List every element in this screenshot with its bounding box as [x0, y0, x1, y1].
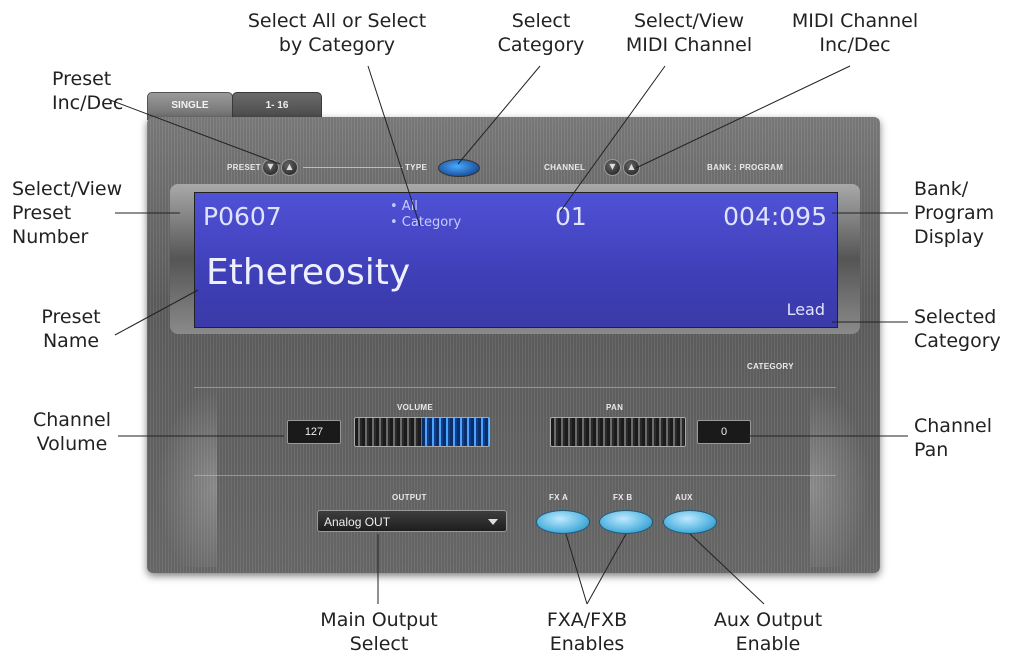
section-divider-top	[194, 387, 836, 388]
callout-channel-pan: Channel Pan	[914, 415, 993, 461]
callout-bank-program: Bank/ Program Display	[914, 178, 995, 248]
fxb-enable-button[interactable]	[599, 510, 653, 534]
volume-slider-fill	[422, 418, 489, 446]
callout-channel-volume: Channel Volume	[32, 409, 111, 455]
section-divider-bottom	[194, 475, 836, 476]
output-selected-value: Analog OUT	[324, 515, 391, 529]
type-option-category[interactable]: • Category	[390, 215, 461, 230]
output-label: OUTPUT	[392, 493, 427, 502]
preset-label: PRESET	[227, 163, 261, 172]
callout-fx-enables: FXA/FXB Enables	[546, 609, 628, 655]
callout-preset-name: Preset Name	[41, 306, 101, 352]
pan-value[interactable]: 0	[697, 420, 751, 444]
bank-program-label: BANK : PROGRAM	[707, 163, 784, 172]
preset-number[interactable]: P0607	[203, 202, 282, 231]
selected-category: Lead	[786, 300, 825, 319]
type-select-button[interactable]	[438, 159, 480, 177]
decorative-swirl-left	[147, 367, 217, 567]
callout-main-output: Main Output Select	[320, 609, 438, 655]
callout-select-category: Select Category	[497, 10, 585, 56]
fxa-label: FX A	[549, 493, 569, 502]
chevron-down-icon: ▼	[609, 162, 616, 171]
volume-value[interactable]: 127	[287, 420, 341, 444]
callout-select-preset: Select/View Preset Number	[12, 178, 123, 248]
channel-label: CHANNEL	[544, 163, 586, 172]
preset-increment-button[interactable]: ▲	[281, 159, 298, 176]
pan-label: PAN	[606, 403, 624, 412]
aux-enable-button[interactable]	[663, 510, 717, 534]
channel-decrement-button[interactable]: ▼	[604, 159, 621, 176]
tab-single[interactable]: SINGLE	[147, 92, 233, 120]
callout-select-midi: Select/View MIDI Channel	[625, 10, 753, 56]
callout-select-all: Select All or Select by Category	[247, 10, 427, 56]
fxa-enable-button[interactable]	[536, 510, 590, 534]
callout-preset-incdec: Preset Inc/Dec	[52, 68, 124, 114]
preset-type-divider	[303, 167, 403, 168]
callout-aux-output: Aux Output Enable	[713, 609, 823, 655]
volume-slider[interactable]	[354, 417, 490, 447]
multimode-panel: PRESET ▼ ▲ TYPE CHANNEL ▼ ▲ BANK : PROGR…	[147, 117, 880, 573]
volume-label: VOLUME	[397, 403, 434, 412]
preset-decrement-button[interactable]: ▼	[262, 159, 279, 176]
fxb-label: FX B	[613, 493, 633, 502]
chevron-down-icon: ▼	[267, 162, 274, 171]
preset-name: Ethereosity	[206, 252, 411, 293]
bank-program-display: 004:095	[723, 202, 827, 231]
chevron-up-icon: ▲	[628, 162, 635, 171]
callout-selected-category: Selected Category	[914, 306, 1001, 352]
midi-channel[interactable]: 01	[555, 202, 587, 231]
output-select[interactable]: Analog OUT	[317, 510, 507, 532]
pan-slider[interactable]	[550, 417, 686, 447]
decorative-swirl-right	[810, 367, 880, 567]
aux-label: AUX	[675, 493, 693, 502]
lcd-display: P0607 • All • Category 01 004:095 Ethere…	[194, 192, 838, 328]
tab-channel-range[interactable]: 1- 16	[232, 92, 322, 120]
type-label: TYPE	[405, 163, 428, 172]
chevron-up-icon: ▲	[286, 162, 293, 171]
category-label: CATEGORY	[747, 362, 794, 371]
type-option-all[interactable]: • All	[390, 199, 418, 214]
chevron-down-icon	[488, 519, 498, 525]
callout-midi-incdec: MIDI Channel Inc/Dec	[791, 10, 919, 56]
channel-increment-button[interactable]: ▲	[623, 159, 640, 176]
